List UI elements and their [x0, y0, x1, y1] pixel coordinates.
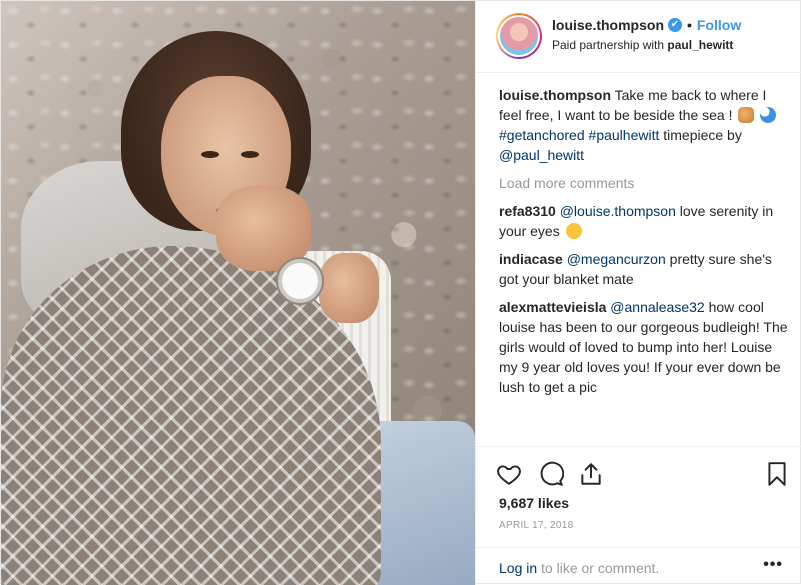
heart-icon [497, 465, 521, 485]
bookmark-icon [768, 462, 786, 486]
comment: refa8310 @louise.thompson love serenity … [499, 201, 791, 241]
login-bar: Log in to like or comment. ••• [476, 547, 801, 577]
post-photo[interactable] [1, 1, 475, 585]
share-button[interactable] [578, 461, 604, 487]
comment-username[interactable]: alexmattevieisla [499, 299, 606, 315]
comments-section: louise.thompson Take me back to where I … [499, 85, 791, 405]
verified-badge-icon: ✔ [668, 18, 682, 32]
heart-eyes-emoji-icon [565, 223, 582, 239]
follow-button[interactable]: Follow [697, 17, 741, 33]
save-button[interactable] [764, 461, 790, 487]
share-icon [581, 463, 601, 485]
caption-text: timepiece by [663, 127, 742, 143]
comment: indiacase @megancurzon pretty sure she's… [499, 249, 791, 289]
partner-link[interactable]: paul_hewitt [667, 38, 733, 52]
comment: alexmattevieisla @annalease32 how cool l… [499, 297, 791, 397]
username-link[interactable]: louise.thompson [552, 17, 664, 33]
instagram-post: louise.thompson ✔ • Follow Paid partners… [0, 0, 801, 585]
separator-dot: • [687, 17, 692, 33]
avatar-image [498, 15, 540, 57]
comment-username[interactable]: indiacase [499, 251, 563, 267]
post-date[interactable]: APRIL 17, 2018 [499, 520, 573, 531]
comment-button[interactable] [538, 461, 565, 487]
photo-watch [278, 259, 322, 303]
comment-username[interactable]: refa8310 [499, 203, 556, 219]
login-prompt: Log in to like or comment. [499, 560, 659, 576]
rock-emoji-icon [738, 107, 755, 123]
likes-count[interactable]: 9,687 likes [499, 495, 569, 511]
comment-icon [540, 461, 565, 486]
photo-hand-right [319, 253, 379, 323]
hashtag-link[interactable]: #getanchored [499, 127, 585, 143]
post-actions: 9,687 likes APRIL 17, 2018 Log in to lik… [476, 446, 801, 576]
hashtag-link[interactable]: #paulhewitt [589, 127, 660, 143]
partnership-label: Paid partnership with paul_hewitt [552, 38, 733, 52]
photo-eye-left [201, 151, 219, 158]
post-header: louise.thompson ✔ • Follow Paid partners… [476, 1, 801, 73]
load-more-comments-button[interactable]: Load more comments [499, 173, 791, 193]
like-button[interactable] [496, 461, 522, 487]
more-options-button[interactable]: ••• [763, 556, 783, 574]
mention-link[interactable]: @louise.thompson [560, 203, 676, 219]
mention-link[interactable]: @annalease32 [610, 299, 704, 315]
mention-link[interactable]: @paul_hewitt [499, 147, 584, 163]
caption: louise.thompson Take me back to where I … [499, 85, 791, 165]
avatar[interactable] [496, 13, 542, 59]
wave-emoji-icon [760, 107, 777, 123]
mention-link[interactable]: @megancurzon [567, 251, 666, 267]
login-suffix: to like or comment. [541, 560, 660, 576]
photo-eye-right [241, 151, 259, 158]
post-side-panel: louise.thompson ✔ • Follow Paid partners… [475, 1, 801, 585]
caption-username[interactable]: louise.thompson [499, 87, 611, 103]
partnership-prefix: Paid partnership with [552, 38, 665, 52]
username-row: louise.thompson ✔ • Follow [552, 17, 741, 33]
login-link[interactable]: Log in [499, 560, 537, 576]
